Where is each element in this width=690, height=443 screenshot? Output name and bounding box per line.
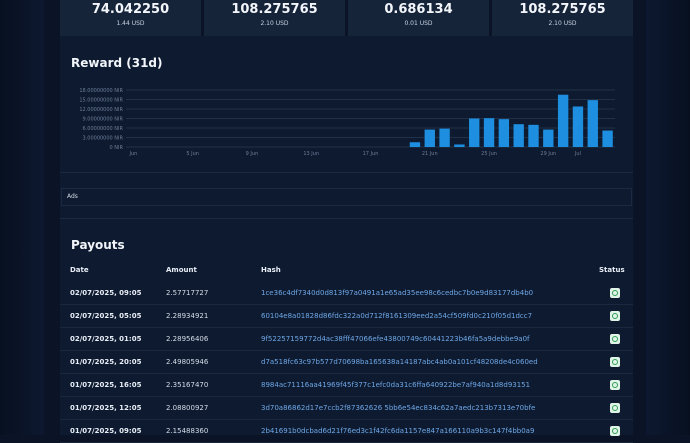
x-tick-label: Jun <box>129 151 138 157</box>
payout-amount: 2.49805946 <box>166 358 209 366</box>
payout-amount: 2.15488360 <box>166 427 209 435</box>
payout-hash-link[interactable]: d7a518fc63c97b577d70698ba165638a14187abc… <box>261 358 538 366</box>
payout-date: 01/07/2025, 20:05 <box>70 358 142 366</box>
status-check-icon <box>610 288 620 298</box>
payout-date: 02/07/2025, 01:05 <box>70 335 142 343</box>
stats-bar: 74.042250 1.44 USD 108.275765 2.10 USD 0… <box>60 0 633 36</box>
payout-hash-link[interactable]: 60104e8a01828d86fdc322a0d712f8161309eed2… <box>261 312 532 320</box>
reward-bar <box>587 100 598 147</box>
payout-date: 02/07/2025, 09:05 <box>70 289 142 297</box>
payout-amount: 2.35167470 <box>166 381 209 389</box>
reward-bar <box>602 130 613 147</box>
payout-hash-link[interactable]: 3d70a86862d17e7ccb2f87362626 5bb6e54ec83… <box>261 404 535 412</box>
x-tick-label: 17 Jun <box>363 151 379 157</box>
stat-value: 108.275765 <box>519 2 606 17</box>
right-backdrop <box>646 0 690 435</box>
y-tick-label: 6.00000000 NIR <box>83 126 124 132</box>
reward-bar <box>557 94 569 147</box>
status-check-icon <box>610 380 620 390</box>
col-header-status: Status <box>599 266 625 274</box>
payout-amount: 2.28956406 <box>166 335 209 343</box>
reward-chart-svg: 0 NIR 3.00000000 NIR 6.00000000 NIR 9.00000… <box>79 88 615 157</box>
table-row: 02/07/2025, 09:05 2.57717727 1ce36c4df73… <box>60 282 633 305</box>
stat-value: 108.275765 <box>231 2 318 17</box>
payout-amount: 2.08800927 <box>166 404 209 412</box>
stat-value: 74.042250 <box>91 2 170 17</box>
table-row: 02/07/2025, 01:05 2.28956406 9f522571597… <box>60 328 633 351</box>
divider <box>60 218 633 219</box>
col-header-date: Date <box>70 266 89 274</box>
stat-usd: 0.01 USD <box>404 20 433 27</box>
stat-card: 74.042250 1.44 USD <box>60 0 201 36</box>
status-check-icon <box>610 357 620 367</box>
payout-amount: 2.57717727 <box>166 289 209 297</box>
table-row: 02/07/2025, 05:05 2.28934921 60104e8a018… <box>60 305 633 328</box>
stat-usd: 2.10 USD <box>548 20 577 27</box>
status-check-icon <box>610 403 620 413</box>
y-tick-label: 15.00000000 NIR <box>79 98 123 104</box>
stat-value: 0.686134 <box>384 2 453 17</box>
reward-bar <box>572 106 584 147</box>
y-tick-label: 0 NIR <box>110 145 124 151</box>
y-tick-label: 9.00000000 NIR <box>83 117 124 123</box>
reward-bar <box>483 118 495 147</box>
y-tick-label: 3.00000000 NIR <box>83 136 124 142</box>
stat-card: 108.275765 2.10 USD <box>492 0 633 36</box>
x-tick-label: 13 Jun <box>303 151 319 157</box>
divider <box>60 172 633 173</box>
reward-bar <box>513 124 524 147</box>
stat-usd: 2.10 USD <box>260 20 289 27</box>
payout-date: 01/07/2025, 12:05 <box>70 404 142 412</box>
reward-bar <box>528 124 539 147</box>
ads-label: Ads <box>67 193 78 200</box>
payout-hash-link[interactable]: 2b41691b0dcbad6d21f76ed3c1f42fc6da1157e8… <box>261 427 534 435</box>
payout-date: 01/07/2025, 16:05 <box>70 381 142 389</box>
x-tick-label: 5 Jun <box>186 151 199 157</box>
x-tick-label: 21 Jun <box>422 151 438 157</box>
x-tick-label: 25 Jun <box>481 151 497 157</box>
reward-chart: 0 NIR 3.00000000 NIR 6.00000000 NIR 9.00000… <box>60 80 633 160</box>
x-tick-label: 29 Jun <box>540 151 556 157</box>
payout-date: 02/07/2025, 05:05 <box>70 312 142 320</box>
payout-amount: 2.28934921 <box>166 312 209 320</box>
reward-bar <box>439 128 450 147</box>
stat-card: 0.686134 0.01 USD <box>348 0 489 36</box>
reward-bar <box>424 129 435 147</box>
stat-usd: 1.44 USD <box>116 20 145 27</box>
col-header-hash: Hash <box>261 266 281 274</box>
left-backdrop <box>0 0 44 435</box>
table-row: 01/07/2025, 20:05 2.49805946 d7a518fc63c… <box>60 351 633 374</box>
table-row: 01/07/2025, 12:05 2.08800927 3d70a86862d… <box>60 397 633 420</box>
payout-hash-link[interactable]: 8984ac71116aa41969f45f377c1efc0da31c6ffa… <box>261 381 530 389</box>
reward-bar <box>454 144 465 147</box>
payout-date: 01/07/2025, 09:05 <box>70 427 142 435</box>
payout-hash-link[interactable]: 1ce36c4df7340d0d813f97a0491a1e65ad35ee98… <box>261 289 533 297</box>
reward-title: Reward (31d) <box>71 56 163 70</box>
stat-card: 108.275765 2.10 USD <box>204 0 345 36</box>
table-row: 01/07/2025, 09:05 2.15488360 2b41691b0dc… <box>60 420 633 443</box>
reward-bar <box>469 118 480 147</box>
payout-hash-link[interactable]: 9f52257159772d4ac38fff47066efe43800749c6… <box>261 335 530 343</box>
reward-bar <box>498 119 510 147</box>
col-header-amount: Amount <box>166 266 197 274</box>
y-tick-label: 12.00000000 NIR <box>79 107 123 113</box>
x-tick-label: 9 Jun <box>246 151 259 157</box>
reward-bar <box>543 129 554 147</box>
status-check-icon <box>610 311 620 321</box>
payouts-title: Payouts <box>71 238 125 252</box>
status-check-icon <box>610 334 620 344</box>
ads-box: Ads <box>61 188 632 206</box>
reward-bar <box>409 142 421 147</box>
y-tick-label: 18.00000000 NIR <box>79 88 123 94</box>
x-tick-label: Jul <box>574 151 581 157</box>
table-row: 01/07/2025, 16:05 2.35167470 8984ac71116… <box>60 374 633 397</box>
